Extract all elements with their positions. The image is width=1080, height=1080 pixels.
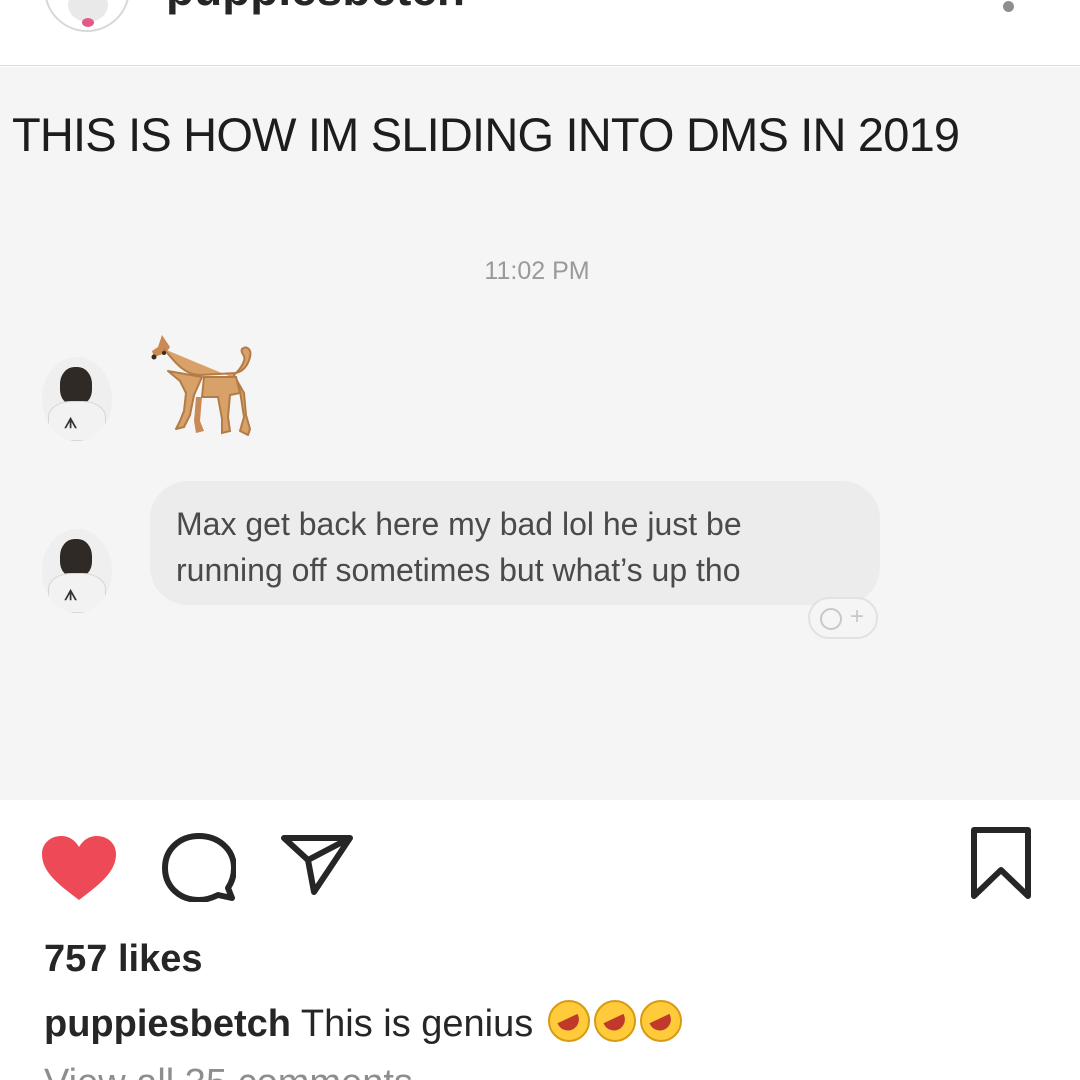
rolling-laughing-emoji-icon xyxy=(547,1000,590,1042)
dm-avatar: ᗑ xyxy=(42,529,112,613)
heart-icon[interactable] xyxy=(40,834,118,902)
dm-avatar: ᗑ xyxy=(42,357,112,441)
rolling-laughing-emoji-icon xyxy=(639,1000,682,1042)
header-username[interactable]: puppiesbetch xyxy=(166,0,465,16)
dm-avatar-mark: ᗑ xyxy=(64,415,78,431)
action-bar xyxy=(0,800,1080,930)
more-options-icon[interactable] xyxy=(1003,1,1014,12)
post-header: puppiesbetch xyxy=(0,0,1080,66)
dm-message-bubble: Max get back here my bad lol he just be … xyxy=(150,481,880,605)
comment-icon[interactable] xyxy=(162,832,236,902)
paper-plane-icon[interactable] xyxy=(280,832,354,896)
post-image[interactable]: THIS IS HOW IM SLIDING INTO DMS IN 2019 … xyxy=(0,67,1080,800)
meme-headline: THIS IS HOW IM SLIDING INTO DMS IN 2019 xyxy=(12,108,960,161)
caption-text: This is genius xyxy=(300,1003,534,1045)
dm-avatar-mark: ᗑ xyxy=(64,587,78,603)
profile-avatar[interactable] xyxy=(44,0,130,32)
likes-count[interactable]: 757 likes xyxy=(44,938,202,981)
dm-avatar-head xyxy=(60,539,92,577)
dm-avatar-head xyxy=(60,367,92,405)
dog-emoji xyxy=(151,335,252,436)
dm-timestamp: 11:02 PM xyxy=(484,257,590,285)
post-caption: puppiesbetch This is genius xyxy=(44,1000,682,1046)
smiley-icon xyxy=(820,608,842,630)
rolling-laughing-emoji-icon xyxy=(593,1000,636,1042)
add-reaction-chip: + xyxy=(808,597,878,639)
bookmark-icon[interactable] xyxy=(968,826,1034,900)
caption-username[interactable]: puppiesbetch xyxy=(44,1003,291,1045)
avatar-nose xyxy=(82,18,94,27)
plus-icon: + xyxy=(850,603,865,630)
view-all-comments-link[interactable]: View all 35 comments xyxy=(44,1062,413,1080)
